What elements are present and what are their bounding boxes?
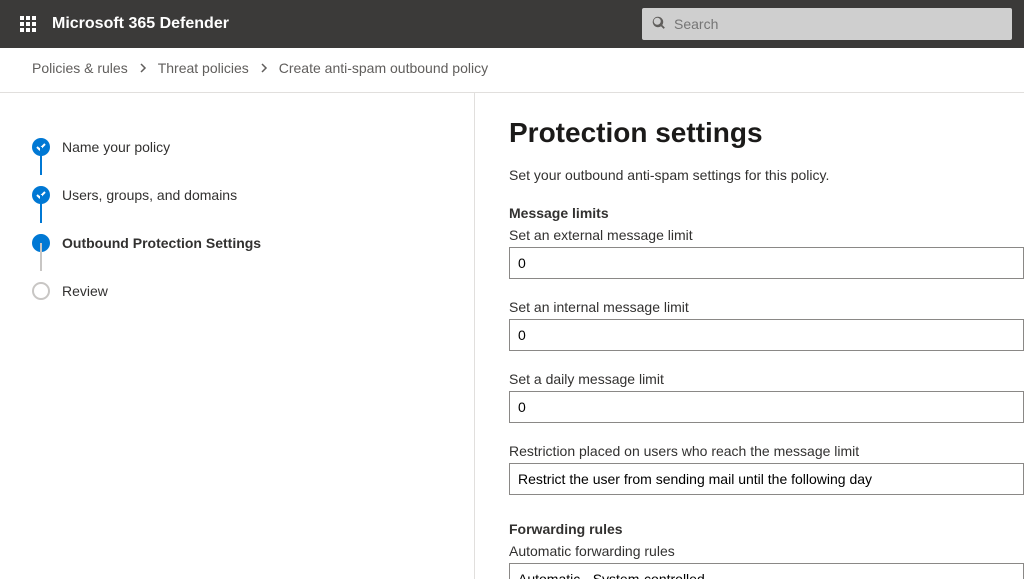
main-content: Name your policy Users, groups, and doma…	[0, 93, 1024, 579]
external-limit-input[interactable]	[509, 247, 1024, 279]
auto-forwarding-label: Automatic forwarding rules	[509, 543, 1024, 559]
search-icon	[652, 16, 666, 33]
top-bar: Microsoft 365 Defender	[0, 0, 1024, 48]
chevron-right-icon	[138, 60, 148, 76]
app-title: Microsoft 365 Defender	[52, 15, 229, 33]
auto-forwarding-select[interactable]	[509, 563, 1024, 579]
check-icon	[32, 186, 50, 204]
settings-panel: Protection settings Set your outbound an…	[475, 93, 1024, 579]
panel-title: Protection settings	[509, 117, 1024, 149]
message-limits-heading: Message limits	[509, 205, 1024, 221]
daily-limit-label: Set a daily message limit	[509, 371, 1024, 387]
restriction-select[interactable]	[509, 463, 1024, 495]
todo-step-icon	[32, 282, 50, 300]
search-box[interactable]	[642, 8, 1012, 40]
search-input[interactable]	[674, 16, 1002, 32]
wizard-step-users-groups-domains[interactable]: Users, groups, and domains	[32, 171, 442, 219]
wizard-step-label: Users, groups, and domains	[62, 187, 237, 203]
breadcrumb-item-threat-policies[interactable]: Threat policies	[158, 60, 249, 76]
wizard-step-label: Name your policy	[62, 139, 170, 155]
wizard-nav: Name your policy Users, groups, and doma…	[0, 93, 475, 579]
breadcrumb: Policies & rules Threat policies Create …	[0, 48, 1024, 93]
internal-limit-label: Set an internal message limit	[509, 299, 1024, 315]
wizard-step-review[interactable]: Review	[32, 267, 442, 315]
external-limit-label: Set an external message limit	[509, 227, 1024, 243]
check-icon	[32, 138, 50, 156]
daily-limit-input[interactable]	[509, 391, 1024, 423]
breadcrumb-item-policies-rules[interactable]: Policies & rules	[32, 60, 128, 76]
forwarding-rules-heading: Forwarding rules	[509, 521, 1024, 537]
wizard-step-label: Outbound Protection Settings	[62, 235, 261, 251]
current-step-icon	[32, 234, 50, 252]
wizard-step-name-policy[interactable]: Name your policy	[32, 123, 442, 171]
panel-description: Set your outbound anti-spam settings for…	[509, 167, 1024, 183]
breadcrumb-item-create-policy: Create anti-spam outbound policy	[279, 60, 488, 76]
wizard-step-label: Review	[62, 283, 108, 299]
app-launcher-icon[interactable]	[12, 8, 44, 40]
wizard-step-outbound-protection[interactable]: Outbound Protection Settings	[32, 219, 442, 267]
internal-limit-input[interactable]	[509, 319, 1024, 351]
restriction-label: Restriction placed on users who reach th…	[509, 443, 1024, 459]
chevron-right-icon	[259, 60, 269, 76]
